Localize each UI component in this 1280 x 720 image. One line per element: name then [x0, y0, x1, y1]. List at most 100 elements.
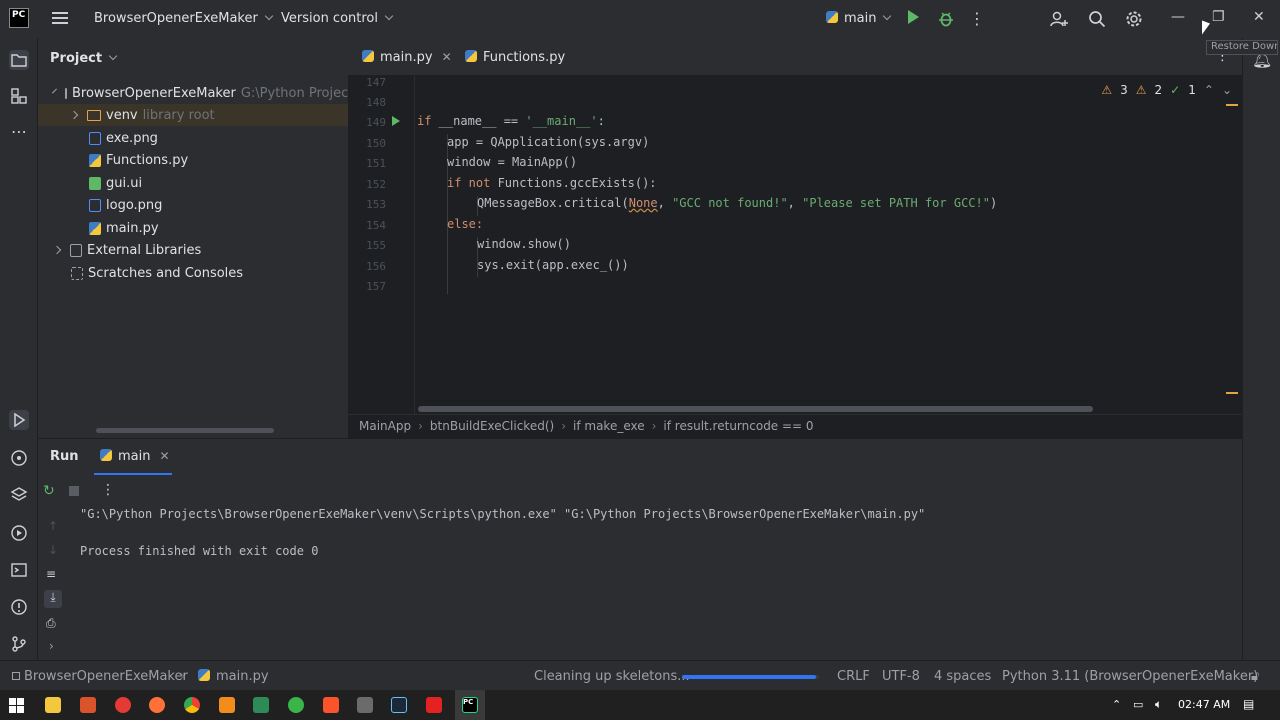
- status-project[interactable]: BrowserOpenerExeMaker: [12, 669, 188, 684]
- error-stripe-marker[interactable]: [1226, 392, 1238, 394]
- tab-main-py[interactable]: main.py ✕: [362, 50, 452, 65]
- breadcrumb-item[interactable]: if make_exe: [573, 419, 645, 433]
- rerun-icon[interactable]: ↻: [43, 483, 55, 499]
- console-output[interactable]: "G:\Python Projects\BrowserOpenerExeMake…: [80, 507, 925, 558]
- tree-item-scratches[interactable]: Scratches and Consoles: [38, 262, 348, 284]
- main-menu-icon[interactable]: [52, 12, 68, 25]
- line-separator-widget[interactable]: CRLF: [837, 669, 870, 684]
- chevron-down-icon[interactable]: ⌄: [1222, 83, 1232, 97]
- volume-icon[interactable]: 🔈︎: [1155, 697, 1162, 712]
- tree-item-logo-png[interactable]: logo.png: [38, 194, 348, 216]
- tree-item-exe-png[interactable]: exe.png: [38, 127, 348, 149]
- scroll-up-icon[interactable]: ↑: [48, 519, 58, 533]
- inspection-widget[interactable]: ⚠ 3 ⚠ 2 ✓ 1 ⌃ ⌄: [1101, 83, 1232, 97]
- console-line: Process finished with exit code 0: [80, 544, 319, 558]
- vcs-menu[interactable]: Version control: [281, 11, 394, 26]
- background-task[interactable]: Cleaning up skeletons...: [534, 669, 690, 684]
- utorrent-icon[interactable]: [288, 697, 304, 713]
- tree-item-root[interactable]: BrowserOpenerExeMaker G:\Python Project: [38, 82, 353, 104]
- run-options-icon[interactable]: ⋮: [101, 482, 115, 498]
- check-icon: ✓: [1170, 83, 1181, 97]
- app-icon[interactable]: [426, 697, 442, 713]
- breadcrumb-item[interactable]: MainApp: [359, 419, 411, 433]
- chevron-up-icon[interactable]: ⌃: [1204, 83, 1214, 97]
- app-icon[interactable]: [253, 697, 269, 713]
- notification-center-icon[interactable]: ▤: [1243, 697, 1254, 711]
- close-window-button[interactable]: ✕: [1253, 9, 1265, 25]
- print-icon[interactable]: ⎙: [46, 616, 56, 631]
- code-editor[interactable]: 147 148 149 150 151 152 153 154 155 156 …: [348, 76, 1242, 414]
- run-icon: [908, 10, 919, 24]
- line-number: 156: [366, 260, 386, 273]
- scroll-down-icon[interactable]: ↓: [48, 543, 58, 557]
- steam-icon[interactable]: [391, 697, 407, 713]
- pycharm-taskbar-icon[interactable]: PC: [462, 697, 478, 713]
- tree-item-venv[interactable]: venv library root: [38, 104, 348, 126]
- stop-icon[interactable]: [69, 486, 79, 496]
- run-button[interactable]: [908, 10, 926, 28]
- brave-icon[interactable]: [323, 697, 339, 713]
- soft-wrap-icon[interactable]: ≡: [46, 567, 56, 581]
- office-icon[interactable]: [80, 697, 96, 713]
- git-tool-button[interactable]: [9, 634, 29, 654]
- breadcrumb-separator: ›: [651, 418, 657, 433]
- code-text: :: [597, 114, 605, 128]
- lock-icon[interactable]: 🔓︎: [1251, 669, 1259, 684]
- opera-icon[interactable]: [115, 697, 131, 713]
- tree-item-gui-ui[interactable]: gui.ui: [38, 172, 348, 194]
- folder-icon: [87, 109, 101, 121]
- gutter-run-icon[interactable]: [392, 116, 400, 126]
- warning-icon: ⚠: [1101, 83, 1113, 97]
- breadcrumb-item[interactable]: btnBuildExeClicked(): [430, 419, 554, 433]
- scroll-to-end-icon[interactable]: ⤓: [44, 590, 62, 608]
- structure-tool-button[interactable]: [9, 86, 29, 106]
- breadcrumb-item[interactable]: if result.returncode == 0: [663, 419, 813, 433]
- problems-tool-button[interactable]: [9, 597, 29, 617]
- editor-horizontal-scrollbar[interactable]: [418, 406, 1093, 412]
- file-explorer-icon[interactable]: [45, 697, 61, 713]
- app-icon[interactable]: [357, 697, 373, 713]
- network-icon[interactable]: ▭: [1133, 698, 1143, 711]
- project-tool-button[interactable]: [9, 50, 29, 70]
- chevron-right-icon[interactable]: ›: [49, 639, 54, 653]
- status-file[interactable]: main.py: [198, 669, 269, 684]
- project-switcher[interactable]: BrowserOpenerExeMaker: [94, 11, 274, 26]
- search-button[interactable]: [1088, 10, 1106, 28]
- terminal-tool-button[interactable]: [9, 560, 29, 580]
- restore-down-button[interactable]: ❐: [1212, 9, 1225, 25]
- interpreter-widget[interactable]: Python 3.11 (BrowserOpenerExeMaker): [1002, 669, 1258, 684]
- project-horizontal-scrollbar[interactable]: [96, 428, 274, 433]
- tree-item-hint: library root: [142, 107, 215, 123]
- layers-tool-button[interactable]: [9, 485, 29, 505]
- tab-functions-py[interactable]: Functions.py: [465, 50, 565, 65]
- minimize-button[interactable]: —: [1171, 9, 1185, 25]
- code-keyword: if: [417, 114, 432, 128]
- encoding-widget[interactable]: UTF-8: [882, 669, 920, 684]
- python-packages-button[interactable]: [9, 448, 29, 468]
- tree-item-functions-py[interactable]: Functions.py: [38, 149, 348, 171]
- firefox-icon[interactable]: [149, 697, 165, 713]
- run-tool-button[interactable]: [9, 410, 29, 430]
- tree-item-main-py[interactable]: main.py: [38, 217, 348, 239]
- settings-button[interactable]: [1125, 10, 1143, 28]
- image-file-icon: [89, 198, 101, 212]
- close-tab-icon[interactable]: ✕: [442, 50, 452, 64]
- indent-widget[interactable]: 4 spaces: [934, 669, 991, 684]
- taskbar-clock[interactable]: 02:47 AM: [1178, 698, 1230, 711]
- error-stripe-marker[interactable]: [1226, 104, 1238, 106]
- chrome-icon[interactable]: [184, 697, 200, 713]
- more-actions-icon[interactable]: ⋮: [968, 10, 986, 28]
- breadcrumb: MainApp › btnBuildExeClicked() › if make_e…: [348, 414, 1242, 436]
- vlc-icon[interactable]: [219, 697, 235, 713]
- debug-button[interactable]: [937, 10, 955, 28]
- run-tab-main[interactable]: main ✕: [100, 449, 170, 464]
- run-config-selector[interactable]: main: [826, 11, 892, 26]
- code-with-me-button[interactable]: [1050, 10, 1068, 28]
- more-tools-icon[interactable]: ⋯: [9, 122, 29, 142]
- tray-chevron-up-icon[interactable]: ⌃: [1112, 698, 1121, 711]
- services-tool-button[interactable]: [9, 523, 29, 543]
- windows-start-icon[interactable]: [9, 698, 24, 713]
- tree-item-external-libraries[interactable]: External Libraries: [38, 239, 348, 261]
- close-tab-icon[interactable]: ✕: [159, 449, 169, 463]
- project-panel-title[interactable]: Project: [50, 51, 118, 66]
